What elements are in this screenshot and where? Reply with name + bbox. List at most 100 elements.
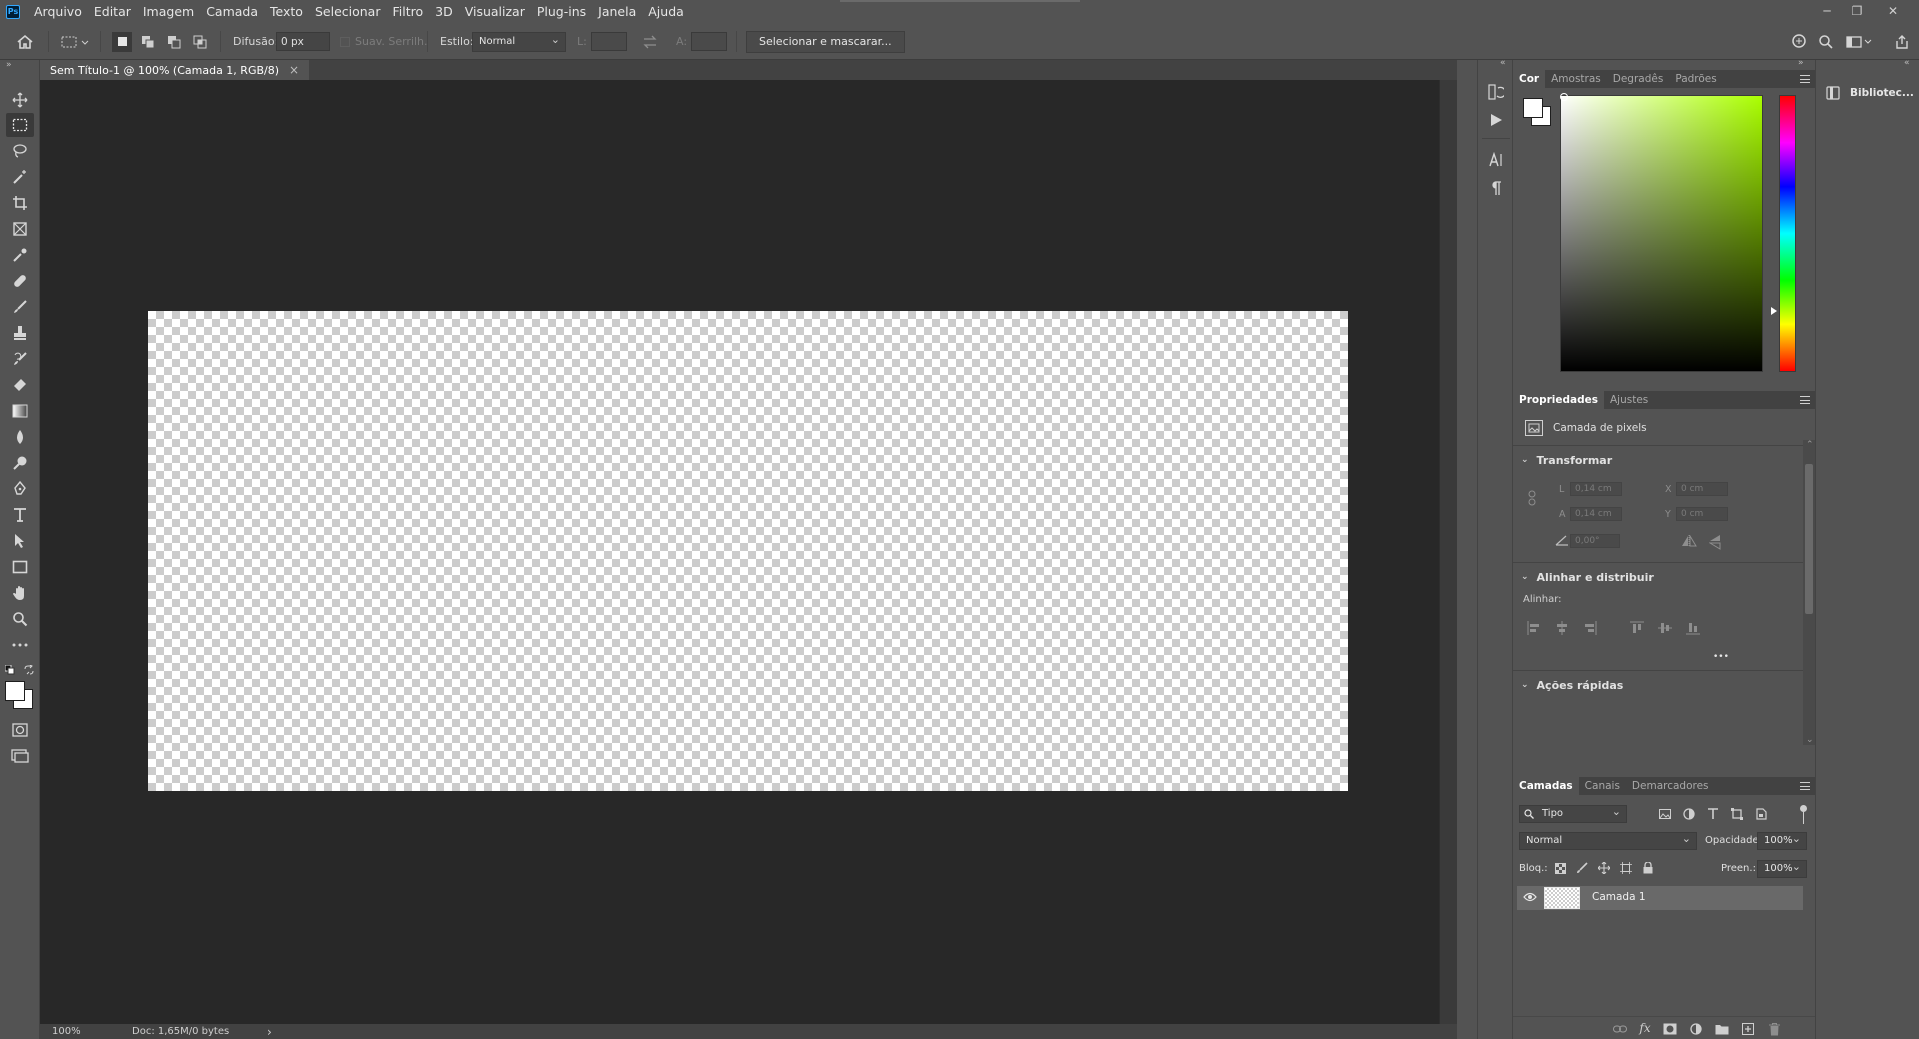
move-tool-icon[interactable] xyxy=(6,88,34,112)
more-align-options-button[interactable]: ••• xyxy=(1713,652,1729,662)
libraries-panel-button[interactable]: Bibliotec... xyxy=(1826,86,1914,100)
search-icon[interactable] xyxy=(1818,23,1834,60)
tab-degrades[interactable]: Degradês xyxy=(1607,70,1670,88)
delete-layer-icon[interactable] xyxy=(1767,1022,1781,1036)
menu-editar[interactable]: Editar xyxy=(88,0,137,23)
swap-dimensions-icon[interactable] xyxy=(642,23,658,60)
tab-amostras[interactable]: Amostras xyxy=(1545,70,1607,88)
magic-wand-tool-icon[interactable] xyxy=(6,165,34,189)
rectangular-marquee-tool-icon[interactable] xyxy=(6,113,34,137)
default-colors-icon[interactable] xyxy=(5,665,15,675)
canvas-scrollbar[interactable] xyxy=(1439,80,1457,1024)
height-prop-input[interactable]: 0,14 cm xyxy=(1570,507,1622,521)
frame-tool-icon[interactable] xyxy=(6,217,34,241)
history-panel-icon[interactable] xyxy=(1484,80,1508,104)
link-dimensions-icon[interactable] xyxy=(1527,490,1537,506)
close-window-button[interactable]: ✕ xyxy=(1878,0,1908,22)
blur-tool-icon[interactable] xyxy=(6,425,34,449)
menu-plugins[interactable]: Plug-ins xyxy=(531,0,592,23)
filter-pixel-icon[interactable] xyxy=(1658,807,1672,821)
menu-camada[interactable]: Camada xyxy=(200,0,264,23)
filter-smart-object-icon[interactable] xyxy=(1754,807,1768,821)
new-selection-icon[interactable] xyxy=(112,31,132,52)
lock-position-icon[interactable] xyxy=(1597,861,1611,875)
feather-input[interactable]: 0 px xyxy=(276,32,330,51)
screen-mode-icon[interactable] xyxy=(6,744,34,768)
expand-panels-icon[interactable]: » xyxy=(1798,58,1804,68)
marquee-preset-icon[interactable] xyxy=(60,23,90,60)
properties-scrollbar[interactable]: ⌃ ⌄ xyxy=(1803,440,1815,745)
x-prop-input[interactable]: 0 cm xyxy=(1676,482,1728,496)
menu-3d[interactable]: 3D xyxy=(429,0,459,23)
layers-panel-menu-icon[interactable] xyxy=(1800,782,1810,790)
width-input[interactable] xyxy=(591,32,627,51)
lock-artboard-icon[interactable] xyxy=(1619,861,1633,875)
align-right-edges-icon[interactable] xyxy=(1583,621,1597,635)
collapse-dock-icon[interactable]: « xyxy=(1500,58,1506,68)
minimize-button[interactable]: ─ xyxy=(1812,0,1842,22)
opacity-input[interactable]: 100% xyxy=(1757,831,1807,850)
align-top-edges-icon[interactable] xyxy=(1630,621,1644,635)
add-selection-icon[interactable] xyxy=(138,32,158,52)
collapse-toolbar-icon[interactable]: » xyxy=(6,60,12,70)
layer-visibility-eye-icon[interactable] xyxy=(1523,892,1537,902)
tab-ajustes[interactable]: Ajustes xyxy=(1604,391,1654,409)
menu-selecionar[interactable]: Selecionar xyxy=(309,0,387,23)
hand-tool-icon[interactable] xyxy=(6,581,34,605)
restore-button[interactable]: ❐ xyxy=(1842,0,1872,22)
workspace-icon[interactable] xyxy=(1846,23,1872,60)
gradient-tool-icon[interactable] xyxy=(6,399,34,423)
menu-arquivo[interactable]: Arquivo xyxy=(28,0,88,23)
document-tab[interactable]: Sem Título-1 @ 100% (Camada 1, RGB/8) × xyxy=(40,60,310,80)
align-bottom-edges-icon[interactable] xyxy=(1686,621,1700,635)
align-section-header[interactable]: ⌄ Alinhar e distribuir xyxy=(1513,568,1803,586)
new-group-icon[interactable] xyxy=(1715,1022,1729,1036)
home-icon[interactable] xyxy=(16,23,34,60)
dodge-tool-icon[interactable] xyxy=(6,451,34,475)
quick-mask-icon[interactable] xyxy=(6,718,34,742)
layer-style-fx-icon[interactable]: fx xyxy=(1637,1021,1653,1035)
link-layers-icon[interactable] xyxy=(1613,1022,1627,1036)
healing-brush-tool-icon[interactable] xyxy=(6,269,34,293)
height-input[interactable] xyxy=(691,32,727,51)
brush-tool-icon[interactable] xyxy=(6,295,34,319)
zoom-tool-icon[interactable] xyxy=(6,607,34,631)
width-prop-input[interactable]: 0,14 cm xyxy=(1570,482,1622,496)
style-dropdown[interactable]: Normal xyxy=(472,31,566,52)
foreground-color-swatch[interactable] xyxy=(5,681,25,701)
color-panel-menu-icon[interactable] xyxy=(1800,75,1810,83)
filter-adjustment-icon[interactable] xyxy=(1682,807,1696,821)
filter-type-icon[interactable] xyxy=(1706,807,1720,821)
blend-mode-dropdown[interactable]: Normal xyxy=(1519,831,1697,850)
eraser-tool-icon[interactable] xyxy=(6,373,34,397)
color-field-marker[interactable] xyxy=(1560,93,1568,101)
tab-demarcadores[interactable]: Demarcadores xyxy=(1626,777,1715,795)
subtract-selection-icon[interactable] xyxy=(164,32,184,52)
menu-janela[interactable]: Janela xyxy=(592,0,642,23)
antialias-checkbox[interactable]: Suav. Serrilh. xyxy=(340,23,428,60)
collapse-libraries-icon[interactable]: « xyxy=(1904,58,1910,68)
eyedropper-tool-icon[interactable] xyxy=(6,243,34,267)
tab-canais[interactable]: Canais xyxy=(1579,777,1626,795)
new-layer-icon[interactable] xyxy=(1741,1022,1755,1036)
menu-imagem[interactable]: Imagem xyxy=(137,0,200,23)
zoom-level[interactable]: 100% xyxy=(52,1026,132,1037)
actions-play-icon[interactable] xyxy=(1484,108,1508,132)
intersect-selection-icon[interactable] xyxy=(190,32,210,52)
menu-filtro[interactable]: Filtro xyxy=(386,0,429,23)
path-selection-tool-icon[interactable] xyxy=(6,529,34,553)
quick-actions-section-header[interactable]: ⌄ Ações rápidas xyxy=(1513,676,1803,694)
menu-texto[interactable]: Texto xyxy=(264,0,309,23)
filter-toggle-switch[interactable] xyxy=(1800,805,1807,812)
lock-transparent-pixels-icon[interactable] xyxy=(1553,861,1567,875)
rectangle-tool-icon[interactable] xyxy=(6,555,34,579)
hue-slider-marker[interactable] xyxy=(1771,307,1777,315)
add-mask-icon[interactable] xyxy=(1663,1022,1677,1036)
type-tool-icon[interactable] xyxy=(6,503,34,527)
new-adjustment-layer-icon[interactable] xyxy=(1689,1022,1703,1036)
flip-horizontal-icon[interactable] xyxy=(1681,535,1697,547)
history-brush-tool-icon[interactable] xyxy=(6,347,34,371)
hue-slider[interactable] xyxy=(1779,95,1796,372)
tab-padroes[interactable]: Padrões xyxy=(1669,70,1722,88)
lock-all-icon[interactable] xyxy=(1641,861,1655,875)
